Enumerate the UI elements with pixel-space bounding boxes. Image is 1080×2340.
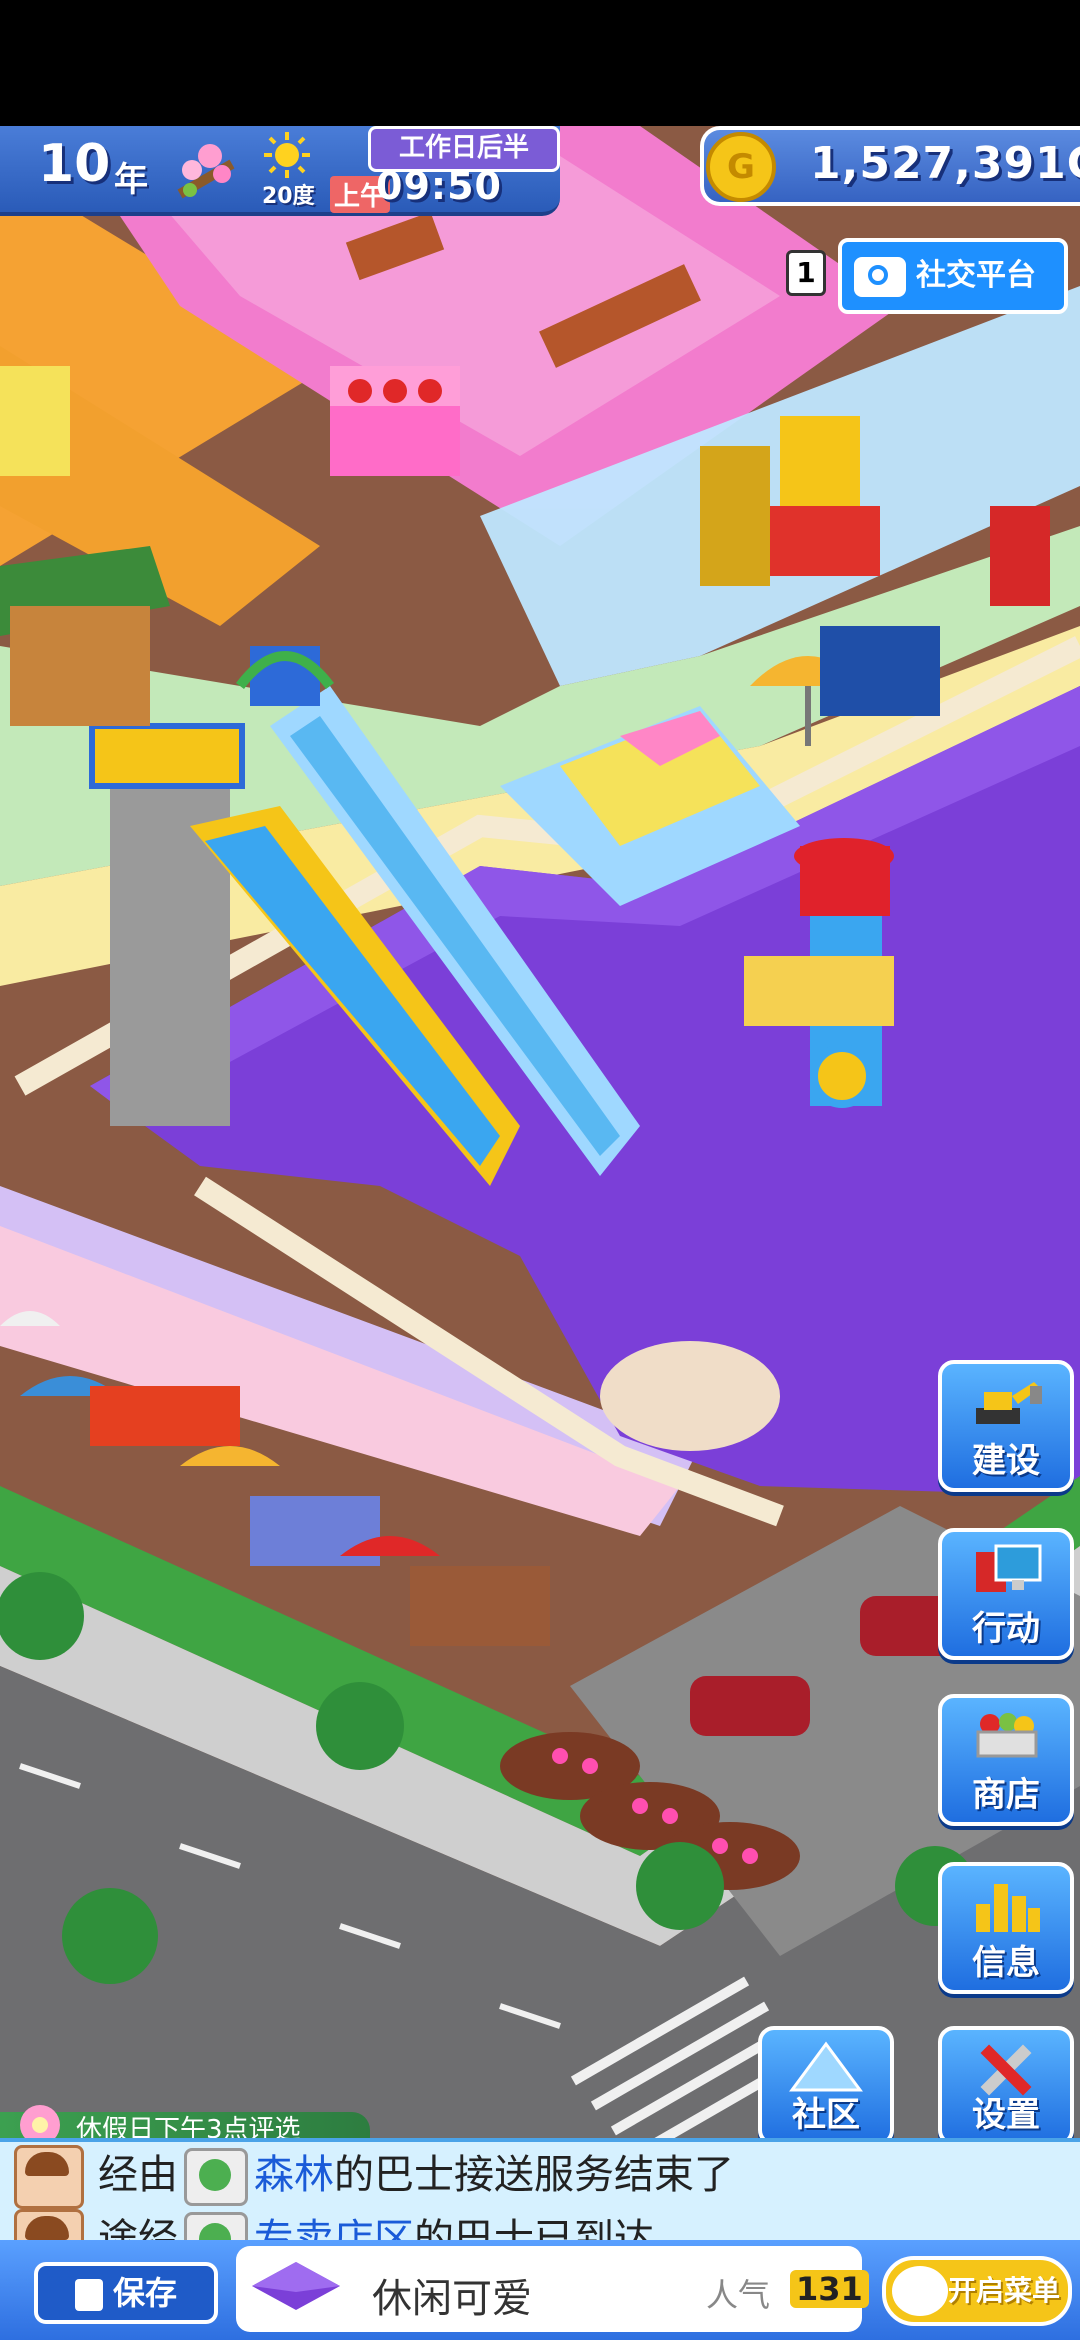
avatar: [14, 2209, 84, 2240]
save-icon: [74, 2279, 103, 2311]
community-label: 社区: [792, 2095, 860, 2135]
open-menu-toggle[interactable]: 开启菜单: [882, 2256, 1072, 2326]
week-period-badge: 工作日后半: [368, 126, 560, 172]
game-world[interactable]: [0, 126, 1080, 2340]
theme-tile-icon: [252, 2262, 340, 2310]
excavator-icon: [976, 1382, 1042, 1424]
pink-stall: [330, 366, 460, 476]
popularity-value: 131: [790, 2270, 869, 2308]
year-number: 10: [38, 134, 111, 194]
shop-button[interactable]: 商店: [938, 1694, 1074, 1826]
action-button[interactable]: 行动: [938, 1528, 1074, 1660]
info-button[interactable]: 信息: [938, 1862, 1074, 1994]
bar-chart-icon: [976, 1884, 1040, 1932]
open-menu-label: 开启菜单: [948, 2274, 1061, 2307]
social-notification-badge: 1: [786, 250, 826, 296]
year-unit: 年: [114, 160, 148, 200]
shop-label: 商店: [972, 1775, 1040, 1815]
build-label: 建设: [972, 1441, 1040, 1481]
news-location-link[interactable]: 专卖店区: [254, 2216, 414, 2240]
community-button[interactable]: 社区: [758, 2026, 894, 2146]
avatar: [14, 2145, 84, 2209]
red-car: [690, 1676, 810, 1736]
temperature: 20度: [262, 184, 315, 209]
toggle-knob: [892, 2266, 948, 2316]
yellow-kiosk: [0, 366, 70, 476]
park-theme: 休闲可爱: [372, 2276, 532, 2322]
news-location-link[interactable]: 森林: [254, 2152, 334, 2198]
tree-icon: [184, 2212, 248, 2240]
park-scene: [0, 126, 1080, 2340]
gold-coin-icon: G: [706, 132, 776, 202]
cherry-blossom-icon: [177, 144, 235, 199]
news-text: 的巴士接送服务结束了: [334, 2152, 734, 2198]
sun-icon: [264, 132, 310, 178]
news-prefix: 途经: [98, 2216, 178, 2240]
action-label: 行动: [972, 1609, 1040, 1649]
news-item: 途经 专卖店区的巴士已到达: [14, 2206, 654, 2240]
money-amount: 1,527,391G: [810, 138, 1080, 189]
computer-icon: [976, 1544, 1042, 1592]
news-item: 经由 森林的巴士接送服务结束了: [14, 2142, 734, 2209]
shopping-cart-icon: [976, 1713, 1038, 1758]
social-platform-label: 社交平台: [916, 258, 1036, 293]
popularity-label: 人气: [706, 2276, 771, 2314]
save-label: 保存: [112, 2274, 177, 2312]
settings-label: 设置: [972, 2095, 1040, 2135]
shell-fountain: [600, 1341, 780, 1451]
social-platform-button[interactable]: 社交平台: [838, 238, 1068, 314]
camera-icon: [854, 256, 906, 297]
news-prefix: 经由: [98, 2152, 178, 2198]
tree-icon: [184, 2148, 248, 2206]
news-text: 的巴士已到达: [414, 2216, 654, 2240]
settings-button[interactable]: 设置: [938, 2026, 1074, 2146]
green-hut: [0, 546, 170, 726]
info-label: 信息: [972, 1943, 1040, 1983]
build-button[interactable]: 建设: [938, 1360, 1074, 1492]
gold-statue: [700, 446, 770, 586]
save-button[interactable]: 保存: [34, 2262, 218, 2324]
